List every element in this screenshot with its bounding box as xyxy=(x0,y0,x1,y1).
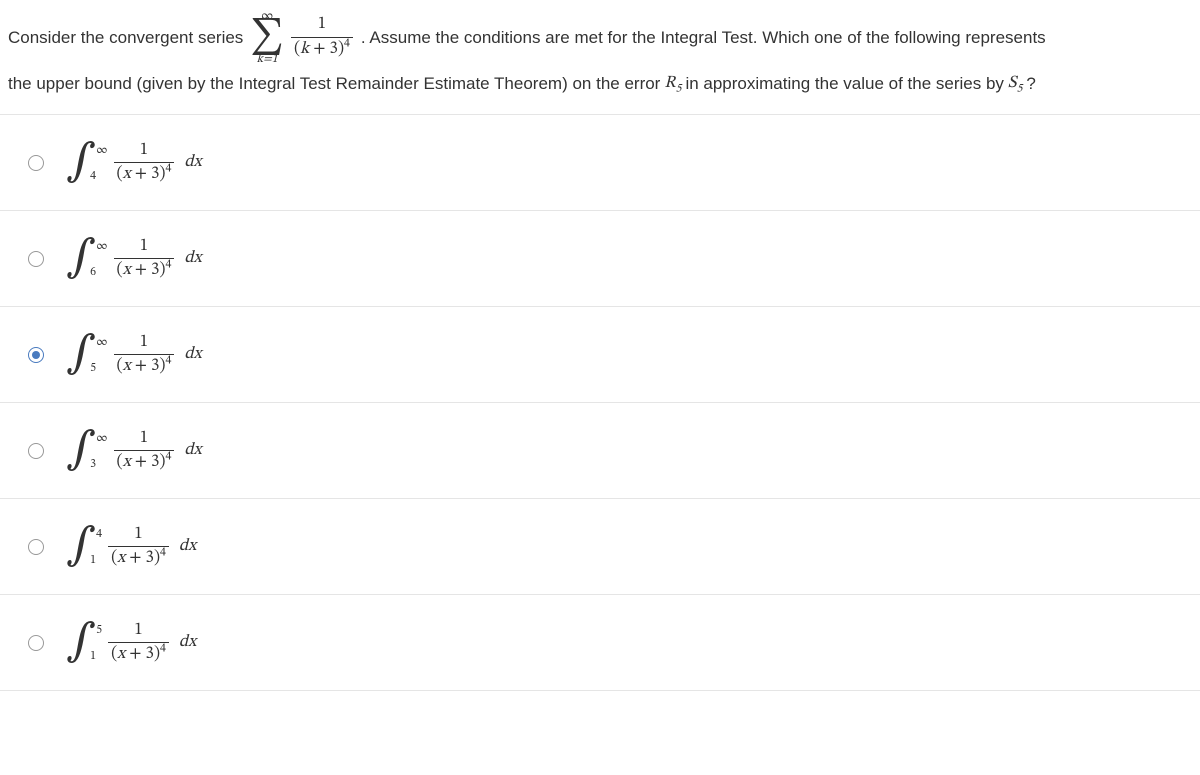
sigma-symbol: ∑ xyxy=(250,22,284,53)
option-integral: ∫∞4 1 (x + 3)4 dx xyxy=(66,141,202,185)
integrand-den: (x + 3)4 xyxy=(114,261,175,281)
integrand-den: (x + 3)4 xyxy=(108,549,169,569)
integral-upper: ∞ xyxy=(96,144,107,156)
integrand-den: (x + 3)4 xyxy=(114,453,175,473)
integrand-den: (x + 3)4 xyxy=(108,645,169,665)
integrand-den: (x + 3)4 xyxy=(114,165,175,185)
stem-text-second-b: in approximating the value of the series… xyxy=(685,71,1003,97)
integrand-fraction: 1 (x + 3)4 xyxy=(108,525,169,569)
stem-text-end: ? xyxy=(1026,71,1035,97)
option-integral: ∫∞3 1 (x + 3)4 dx xyxy=(66,429,202,473)
integral-block: ∫∞4 xyxy=(66,142,108,184)
option-row[interactable]: ∫∞6 1 (x + 3)4 dx xyxy=(0,211,1200,307)
dx: dx xyxy=(179,536,196,557)
option-row[interactable]: ∫∞3 1 (x + 3)4 dx xyxy=(0,403,1200,499)
integrand-num: 1 xyxy=(131,525,145,545)
integrand-fraction: 1 (x + 3)4 xyxy=(108,621,169,665)
dx: dx xyxy=(184,248,201,269)
integral-block: ∫∞3 xyxy=(66,430,108,472)
series-frac-num: 1 xyxy=(315,15,329,35)
integral-block: ∫∞6 xyxy=(66,238,108,280)
integral-sign-icon: ∫ xyxy=(66,625,96,660)
series-fraction: 1 (k + 3)4 xyxy=(291,15,353,59)
sigma-block: ∞ ∑ k=1 xyxy=(250,10,284,65)
radio-button[interactable] xyxy=(28,635,44,651)
integral-sign-icon: ∫ xyxy=(66,145,96,180)
dx: dx xyxy=(179,632,196,653)
integral-upper: ∞ xyxy=(96,432,107,444)
integrand-num: 1 xyxy=(137,333,151,353)
series-expression: ∞ ∑ k=1 1 (k + 3)4 xyxy=(247,10,357,65)
options-list: ∫∞41(x + 3)4dx∫∞61(x + 3)4dx∫∞51(x + 3)4… xyxy=(0,114,1200,691)
radio-button[interactable] xyxy=(28,251,44,267)
integrand-den: (x + 3)4 xyxy=(114,357,175,377)
integrand-fraction: 1 (x + 3)4 xyxy=(114,333,175,377)
integral-upper: ∞ xyxy=(96,336,107,348)
option-integral: ∫∞6 1 (x + 3)4 dx xyxy=(66,237,202,281)
integrand-fraction: 1 (x + 3)4 xyxy=(114,237,175,281)
integrand-fraction: 1 (x + 3)4 xyxy=(114,141,175,185)
r5: R5 xyxy=(664,71,681,97)
s5: S5 xyxy=(1008,71,1022,97)
option-row[interactable]: ∫41 1 (x + 3)4 dx xyxy=(0,499,1200,595)
stem-text-before: Consider the convergent series xyxy=(8,25,243,51)
option-row[interactable]: ∫51 1 (x + 3)4 dx xyxy=(0,595,1200,691)
integral-sign-icon: ∫ xyxy=(66,241,96,276)
integrand-num: 1 xyxy=(137,237,151,257)
option-row[interactable]: ∫∞5 1 (x + 3)4 dx xyxy=(0,307,1200,403)
dx: dx xyxy=(184,152,201,173)
integral-block: ∫41 xyxy=(66,526,102,568)
option-integral: ∫51 1 (x + 3)4 dx xyxy=(66,621,196,665)
radio-button[interactable] xyxy=(28,155,44,171)
dx: dx xyxy=(184,440,201,461)
integral-sign-icon: ∫ xyxy=(66,433,96,468)
option-row[interactable]: ∫∞4 1 (x + 3)4 dx xyxy=(0,115,1200,211)
sigma-lower: k=1 xyxy=(257,53,278,65)
series-frac-den: (k + 3)4 xyxy=(291,40,353,60)
stem-text-middle: . Assume the conditions are met for the … xyxy=(361,25,1046,51)
integrand-num: 1 xyxy=(137,141,151,161)
integrand-num: 1 xyxy=(137,429,151,449)
stem-text-second-a: the upper bound (given by the Integral T… xyxy=(8,71,660,97)
integral-block: ∫51 xyxy=(66,622,102,664)
integral-sign-icon: ∫ xyxy=(66,529,96,564)
radio-button[interactable] xyxy=(28,443,44,459)
integral-upper: 4 xyxy=(96,528,102,540)
integral-upper: ∞ xyxy=(96,240,107,252)
integral-block: ∫∞5 xyxy=(66,334,108,376)
integral-sign-icon: ∫ xyxy=(66,337,96,372)
question-stem: Consider the convergent series ∞ ∑ k=1 1… xyxy=(0,0,1200,114)
option-integral: ∫∞5 1 (x + 3)4 dx xyxy=(66,333,202,377)
integrand-fraction: 1 (x + 3)4 xyxy=(114,429,175,473)
radio-button[interactable] xyxy=(28,539,44,555)
dx: dx xyxy=(184,344,201,365)
integral-upper: 5 xyxy=(96,624,102,636)
radio-button[interactable] xyxy=(28,347,44,363)
option-integral: ∫41 1 (x + 3)4 dx xyxy=(66,525,196,569)
integrand-num: 1 xyxy=(131,621,145,641)
